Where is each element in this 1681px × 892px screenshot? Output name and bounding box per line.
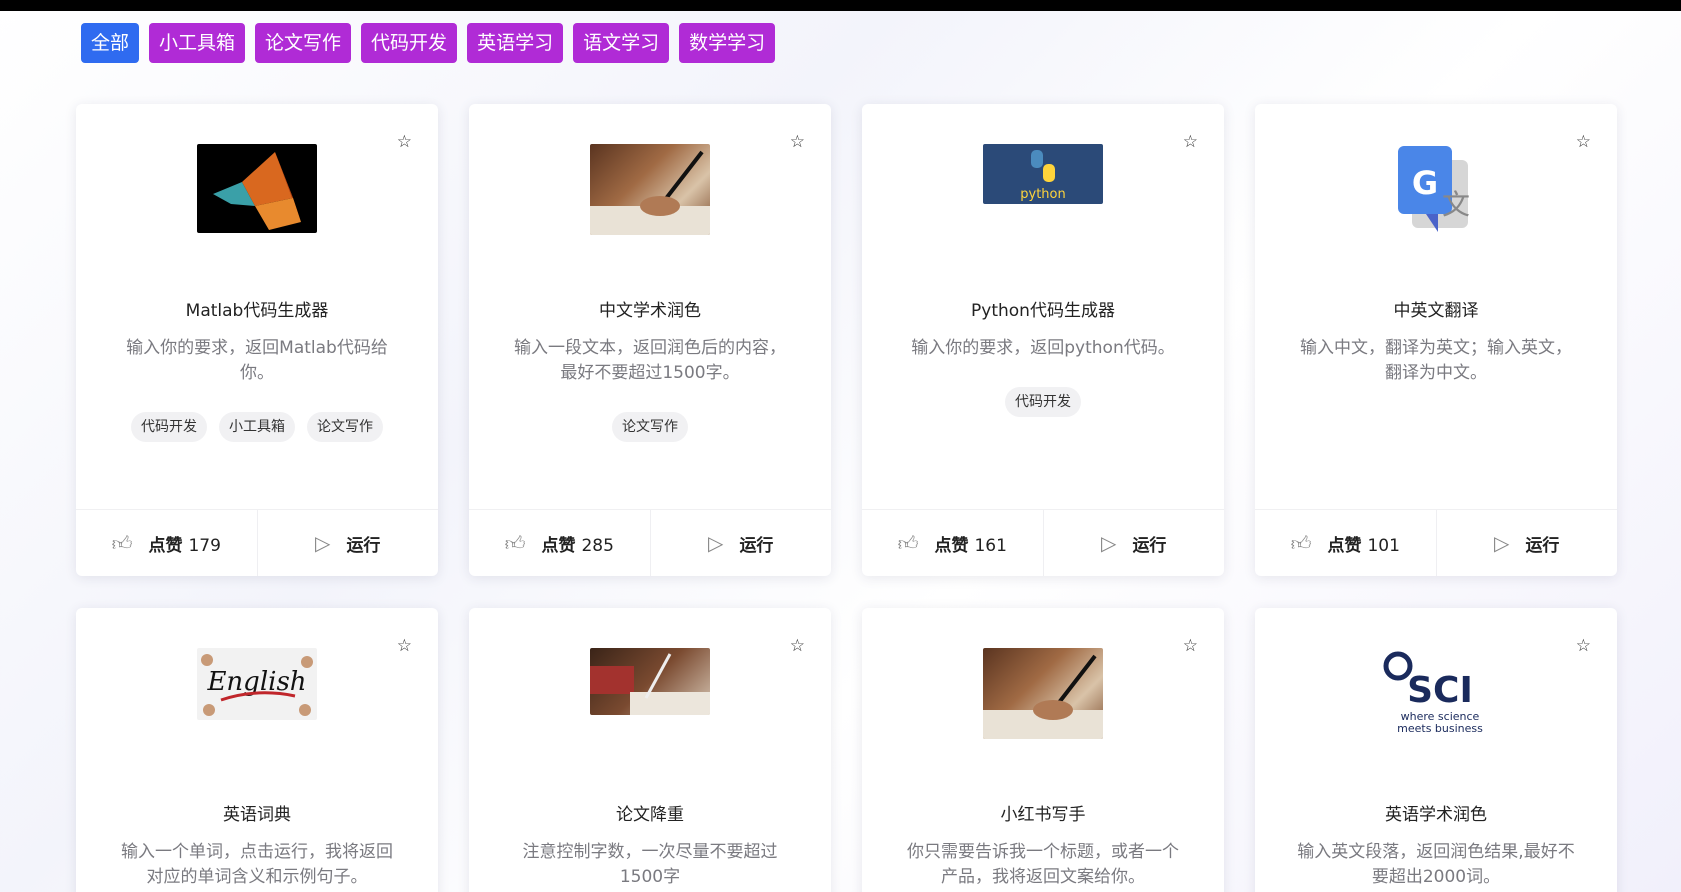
- filter-english[interactable]: 英语学习: [467, 23, 564, 63]
- thumbs-up-icon: 👍︎: [1290, 530, 1312, 555]
- card-title: 英语学术润色: [1385, 805, 1487, 825]
- tag[interactable]: 论文写作: [612, 412, 688, 442]
- sci-slogan-line-2: meets business: [1397, 722, 1483, 735]
- card-description: 注意控制字数，一次尽量不要超过1500字: [522, 842, 778, 887]
- card-title: Matlab代码生成器: [185, 301, 329, 321]
- filter-math[interactable]: 数学学习: [679, 23, 776, 63]
- card-description: 输入你的要求，返回python代码。: [911, 338, 1175, 358]
- tag[interactable]: 代码开发: [1005, 387, 1081, 417]
- like-count: 161: [974, 535, 1007, 556]
- like-label: 点赞: [148, 535, 183, 556]
- run-button[interactable]: ▷ 运行: [1042, 510, 1225, 576]
- like-button[interactable]: 👍︎ 点赞 285: [469, 510, 650, 576]
- google-translate-logo: G 文: [1376, 144, 1496, 234]
- writing-photo: [590, 144, 710, 235]
- svg-text:G: G: [1412, 164, 1438, 202]
- favorite-star-icon[interactable]: ☆: [790, 636, 805, 656]
- tool-card[interactable]: SCI where science meets business ☆ 英语学术润…: [1255, 608, 1617, 892]
- card-footer: 👍︎ 点赞 161 ▷ 运行: [862, 509, 1224, 576]
- favorite-star-icon[interactable]: ☆: [1183, 132, 1198, 152]
- top-bar: [0, 0, 1681, 11]
- sci-logo: SCI where science meets business: [1376, 648, 1496, 740]
- card-footer: 👍︎ 点赞 285 ▷ 运行: [469, 509, 831, 576]
- thumbs-up-icon: 👍︎: [111, 530, 133, 555]
- card-title: 英语词典: [223, 805, 291, 825]
- tool-card[interactable]: ☆ 小红书写手 你只需要告诉我一个标题，或者一个产品，我将返回文案给你。: [862, 608, 1224, 892]
- tool-card[interactable]: G 文 ☆ 中英文翻译 输入中文，翻译为英文；输入英文，翻译为中文。 👍︎ 点赞…: [1255, 104, 1617, 576]
- writing-photo: [983, 648, 1103, 739]
- favorite-star-icon[interactable]: ☆: [397, 132, 412, 152]
- card-tags: 代码开发: [862, 387, 1224, 417]
- thumbs-up-icon: 👍︎: [897, 530, 919, 555]
- card-tags: 代码开发 小工具箱 论文写作: [76, 412, 438, 442]
- like-button[interactable]: 👍︎ 点赞 161: [862, 510, 1043, 576]
- thumbs-up-icon: 👍︎: [504, 530, 526, 555]
- card-description: 输入一个单词，点击运行，我将返回对应的单词含义和示例句子。: [121, 842, 393, 887]
- card-description: 输入中文，翻译为英文；输入英文，翻译为中文。: [1300, 338, 1572, 383]
- favorite-star-icon[interactable]: ☆: [1576, 132, 1591, 152]
- python-logo: python: [983, 144, 1103, 204]
- card-footer: 👍︎ 点赞 101 ▷ 运行: [1255, 509, 1617, 576]
- like-button[interactable]: 👍︎ 点赞 179: [76, 510, 257, 576]
- like-label: 点赞: [934, 535, 969, 556]
- category-filter-bar: 全部 小工具箱 论文写作 代码开发 英语学习 语文学习 数学学习: [81, 23, 776, 63]
- tool-card[interactable]: English ☆ 英语词典 输入一个单词，点击运行，我将返回对应的单词含义和示…: [76, 608, 438, 892]
- tool-card[interactable]: python ☆ Python代码生成器 输入你的要求，返回python代码。 …: [862, 104, 1224, 576]
- card-description: 输入你的要求，返回Matlab代码给你。: [126, 338, 388, 383]
- filter-chinese[interactable]: 语文学习: [573, 23, 670, 63]
- filter-code-dev[interactable]: 代码开发: [361, 23, 458, 63]
- card-title: 小红书写手: [1000, 805, 1086, 825]
- tool-card[interactable]: ☆ 中文学术润色 输入一段文本，返回润色后的内容，最好不要超过1500字。 论文…: [469, 104, 831, 576]
- card-title: 论文降重: [616, 805, 684, 825]
- run-label: 运行: [1525, 535, 1560, 556]
- card-title: Python代码生成器: [971, 301, 1115, 321]
- favorite-star-icon[interactable]: ☆: [397, 636, 412, 656]
- card-title: 中英文翻译: [1393, 301, 1479, 321]
- like-button[interactable]: 👍︎ 点赞 101: [1255, 510, 1436, 576]
- card-description: 你只需要告诉我一个标题，或者一个产品，我将返回文案给你。: [907, 842, 1179, 887]
- favorite-star-icon[interactable]: ☆: [790, 132, 805, 152]
- favorite-star-icon[interactable]: ☆: [1183, 636, 1198, 656]
- tag[interactable]: 代码开发: [131, 412, 207, 442]
- run-label: 运行: [739, 535, 774, 556]
- run-label: 运行: [346, 535, 381, 556]
- python-logo-text: python: [1020, 187, 1065, 202]
- play-icon: ▷: [315, 531, 331, 555]
- tag[interactable]: 论文写作: [307, 412, 383, 442]
- writing-photo: [590, 648, 710, 715]
- matlab-logo: [197, 144, 317, 233]
- play-icon: ▷: [1494, 531, 1510, 555]
- run-button[interactable]: ▷ 运行: [1435, 510, 1618, 576]
- like-count: 179: [188, 535, 221, 556]
- card-description: 输入一段文本，返回润色后的内容，最好不要超过1500字。: [514, 338, 786, 383]
- card-title: 中文学术润色: [599, 301, 701, 321]
- tool-card[interactable]: ☆ 论文降重 注意控制字数，一次尽量不要超过1500字: [469, 608, 831, 892]
- run-button[interactable]: ▷ 运行: [256, 510, 439, 576]
- like-label: 点赞: [541, 535, 576, 556]
- run-label: 运行: [1132, 535, 1167, 556]
- sci-brand-text: SCI: [1407, 670, 1473, 711]
- like-count: 285: [581, 535, 614, 556]
- card-footer: 👍︎ 点赞 179 ▷ 运行: [76, 509, 438, 576]
- english-photo: English: [197, 648, 317, 720]
- like-count: 101: [1367, 535, 1400, 556]
- tool-card[interactable]: ☆ Matlab代码生成器 输入你的要求，返回Matlab代码给你。 代码开发 …: [76, 104, 438, 576]
- play-icon: ▷: [708, 531, 724, 555]
- run-button[interactable]: ▷ 运行: [649, 510, 832, 576]
- play-icon: ▷: [1101, 531, 1117, 555]
- svg-text:文: 文: [1442, 188, 1470, 221]
- favorite-star-icon[interactable]: ☆: [1576, 636, 1591, 656]
- filter-all[interactable]: 全部: [81, 23, 140, 63]
- tag[interactable]: 小工具箱: [219, 412, 295, 442]
- filter-toolbox[interactable]: 小工具箱: [149, 23, 246, 63]
- filter-paper-writing[interactable]: 论文写作: [255, 23, 352, 63]
- card-tags: 论文写作: [469, 412, 831, 442]
- like-label: 点赞: [1327, 535, 1362, 556]
- card-description: 输入英文段落，返回润色结果,最好不要超出2000词。: [1297, 842, 1575, 887]
